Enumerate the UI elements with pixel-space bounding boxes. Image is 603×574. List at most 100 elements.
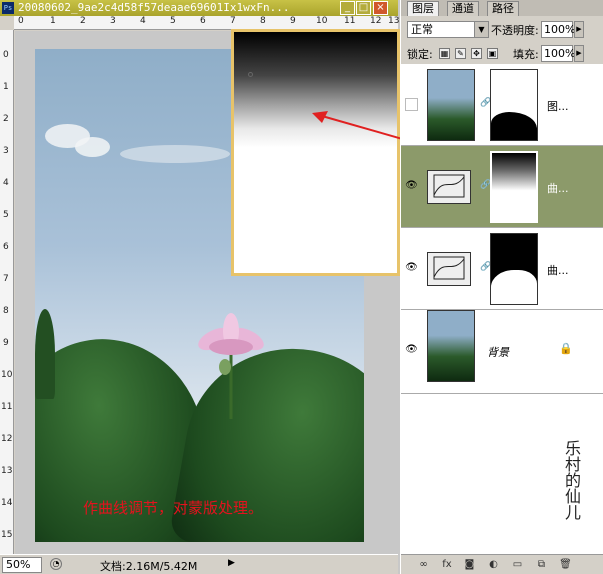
ruler-left: 0 1 2 3 4 5 6 7 8 9 10 11 12 13 14 15	[0, 30, 14, 554]
visibility-toggle[interactable]	[405, 98, 418, 111]
eye-icon[interactable]: 👁	[405, 180, 418, 193]
ruler-tick: 7	[3, 274, 9, 284]
eye-icon[interactable]: 👁	[405, 344, 418, 357]
layer-thumbnail	[427, 310, 475, 382]
ruler-tick: 7	[230, 16, 236, 26]
curves-adjustment-icon	[427, 252, 471, 286]
ruler-tick: 2	[80, 16, 86, 26]
ruler-tick: 13	[388, 16, 400, 26]
mask-shape	[491, 112, 537, 140]
ruler-tick: 12	[370, 16, 382, 26]
lock-transparent-icon[interactable]: ▦	[439, 48, 450, 59]
photoshop-icon: Ps	[2, 2, 14, 14]
status-bar: 50% ◔ 文档:2.16M/5.42M ▶	[0, 554, 398, 574]
ruler-tick: 0	[3, 50, 9, 60]
ruler-tick: 6	[3, 242, 9, 252]
tab-paths[interactable]: 路径	[487, 1, 519, 16]
chevron-down-icon[interactable]: ▼	[474, 22, 488, 37]
close-button[interactable]: ×	[373, 1, 388, 15]
mask-preview	[231, 29, 400, 276]
minimize-button[interactable]: _	[340, 1, 355, 15]
lotus-leaf	[35, 309, 55, 399]
ruler-tick: 5	[170, 16, 176, 26]
ruler-tick: 10	[1, 370, 13, 380]
mask-thumbnail[interactable]	[490, 233, 538, 305]
blend-mode-value: 正常	[411, 23, 433, 36]
ruler-tick: 8	[260, 16, 266, 26]
ruler-tick: 0	[18, 16, 24, 26]
fill-slider-arrow-icon[interactable]: ▶	[574, 45, 584, 62]
layer-name: 曲...	[547, 182, 569, 195]
blend-row: 正常 ▼ 不透明度: 100% ▶	[401, 18, 603, 40]
fx-icon[interactable]: fx	[439, 558, 455, 571]
ruler-tick: 15	[1, 530, 13, 540]
ruler-tick: 10	[316, 16, 328, 26]
layer-row[interactable]: 👁 🔗 曲...	[401, 228, 603, 310]
status-menu-arrow-icon[interactable]: ▶	[228, 558, 238, 572]
ruler-tick: 11	[344, 16, 356, 26]
layer-row-selected[interactable]: 👁 🔗 曲...	[401, 146, 603, 228]
ruler-tick: 11	[1, 402, 13, 412]
ruler-top: 0 1 2 3 4 5 6 7 8 9 10 11 12 13	[14, 16, 400, 30]
signature-seal: 乐村的仙儿	[562, 440, 581, 520]
panel-tabs: 图层 通道 路径	[401, 0, 603, 16]
eye-icon[interactable]: 👁	[405, 262, 418, 275]
layer-name: 图...	[547, 100, 569, 113]
lock-icon: 🔒	[559, 342, 573, 355]
new-layer-icon[interactable]: ⧉	[535, 558, 548, 571]
ruler-tick: 9	[3, 338, 9, 348]
lock-position-icon[interactable]: ✥	[471, 48, 482, 59]
tab-layers[interactable]: 图层	[407, 1, 439, 16]
ruler-tick: 6	[200, 16, 206, 26]
window-title: 20080602_9ae2c4d58f57deaae69601Ix1wxFn..…	[18, 1, 290, 14]
ruler-tick: 9	[290, 16, 296, 26]
curves-adjustment-icon	[427, 170, 471, 204]
lock-pixels-icon[interactable]: ✎	[455, 48, 466, 59]
opacity-label: 不透明度:	[491, 24, 539, 37]
opacity-slider-arrow-icon[interactable]: ▶	[574, 21, 584, 38]
caption-text: 作曲线调节，对蒙版处理。	[83, 499, 264, 517]
maximize-button[interactable]: □	[356, 1, 371, 15]
mask-thumbnail[interactable]	[490, 151, 538, 223]
zoom-input[interactable]: 50%	[2, 557, 42, 573]
panel-bottom-bar: ∞ fx ◙ ◐ ▭ ⧉ 🗑	[401, 554, 603, 574]
tab-channels[interactable]: 通道	[447, 1, 479, 16]
mask-shape	[491, 270, 537, 304]
ruler-tick: 3	[110, 16, 116, 26]
trash-icon[interactable]: 🗑	[559, 558, 572, 571]
layers-list: 🔗 图... 👁 🔗 曲... 👁 🔗 曲... 👁 背景 🔒	[401, 64, 603, 394]
ruler-tick: 2	[3, 114, 9, 124]
fill-input[interactable]: 100%	[541, 45, 575, 62]
layer-row[interactable]: 🔗 图...	[401, 64, 603, 146]
add-mask-icon[interactable]: ◙	[463, 558, 476, 571]
lock-label: 锁定:	[407, 48, 433, 61]
lotus-flower-icon	[198, 313, 264, 419]
ruler-tick: 3	[3, 146, 9, 156]
layer-name: 曲...	[547, 264, 569, 277]
layer-name: 背景	[487, 346, 509, 359]
blend-mode-select[interactable]: 正常 ▼	[407, 21, 489, 38]
ruler-tick: 1	[50, 16, 56, 26]
layer-row-background[interactable]: 👁 背景 🔒	[401, 310, 603, 394]
ruler-tick: 4	[3, 178, 9, 188]
ruler-tick: 13	[1, 466, 13, 476]
opacity-input[interactable]: 100%	[541, 21, 575, 38]
cloud	[75, 137, 110, 157]
cloud	[120, 145, 230, 163]
link-layers-icon[interactable]: ∞	[417, 558, 430, 571]
ruler-tick: 8	[3, 306, 9, 316]
title-bar[interactable]: Ps 20080602_9ae2c4d58f57deaae69601Ix1wxF…	[0, 0, 398, 16]
ruler-tick: 1	[3, 82, 9, 92]
ruler-tick: 12	[1, 434, 13, 444]
folder-icon[interactable]: ▭	[511, 558, 524, 571]
fill-label: 填充:	[513, 48, 539, 61]
adjustment-layer-icon[interactable]: ◐	[487, 558, 500, 571]
status-icon[interactable]: ◔	[50, 558, 62, 570]
ruler-tick: 14	[1, 498, 13, 508]
mask-thumbnail[interactable]	[490, 69, 538, 141]
lock-all-icon[interactable]: ▣	[487, 48, 498, 59]
ruler-tick: 5	[3, 210, 9, 220]
layer-thumbnail	[427, 69, 475, 141]
ruler-tick: 4	[140, 16, 146, 26]
doc-info: 文档:2.16M/5.42M	[100, 560, 198, 573]
